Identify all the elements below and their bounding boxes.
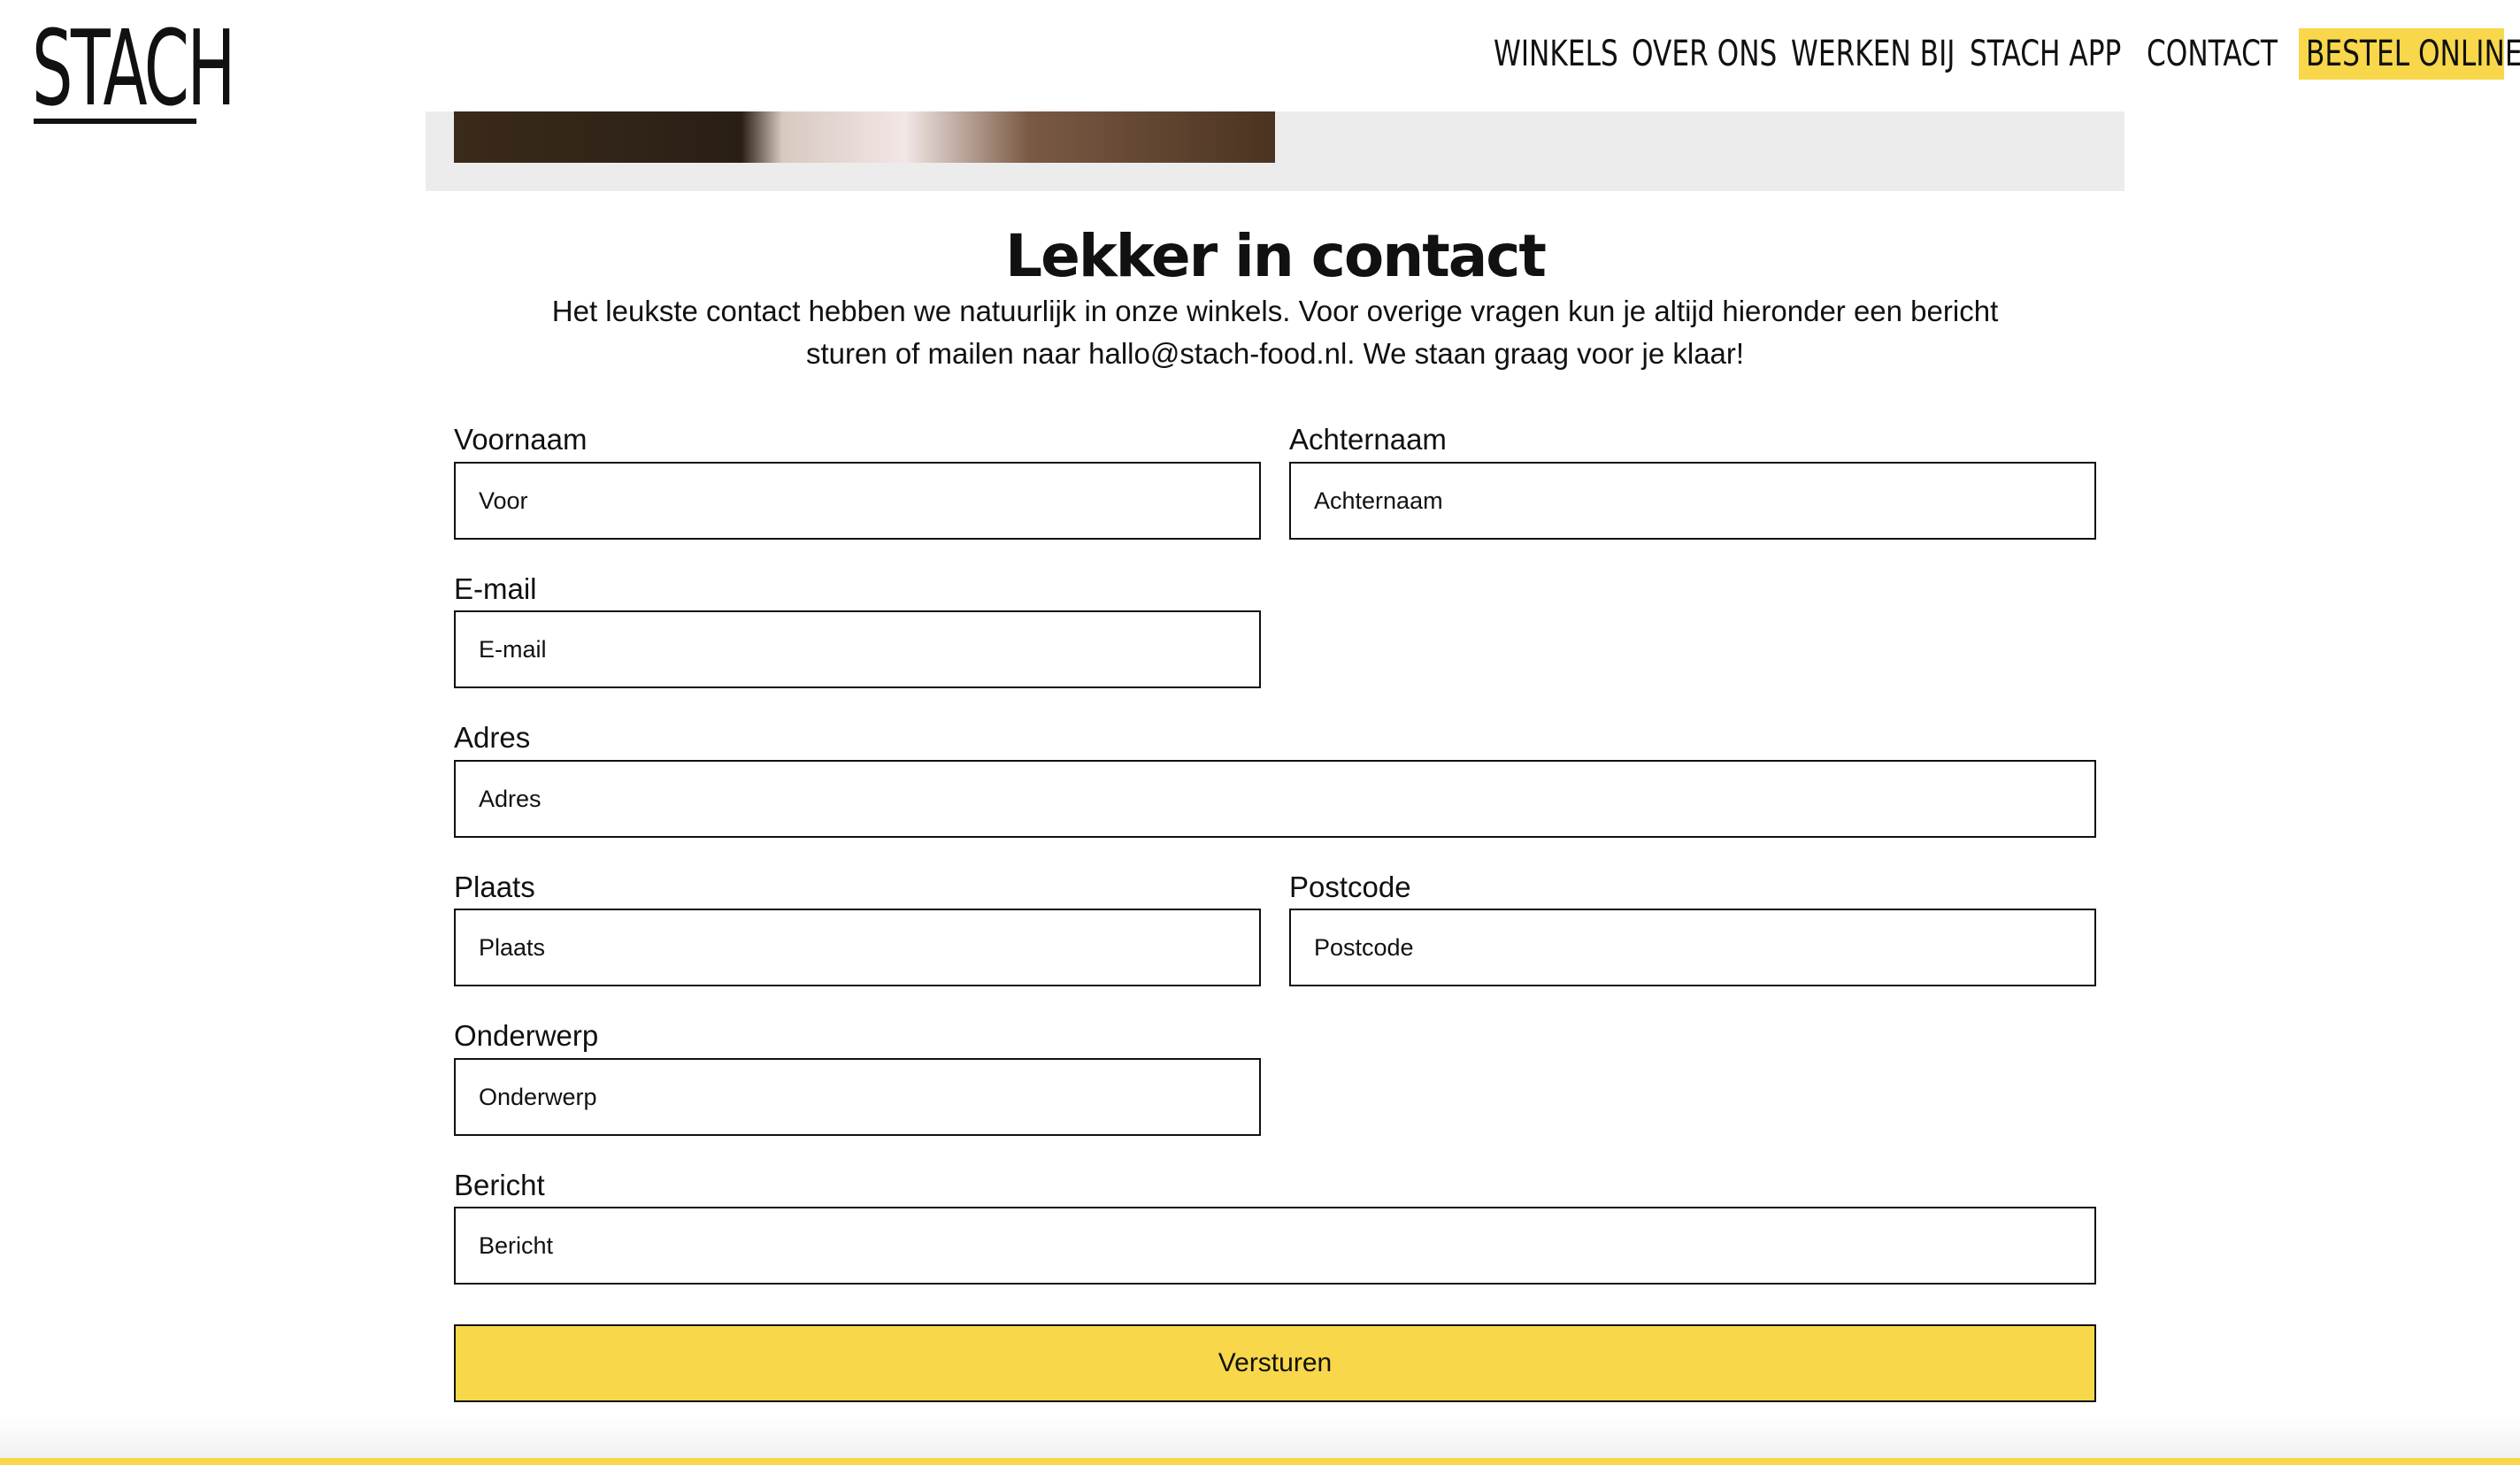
nav-slot-winkels: WINKELS [1494, 28, 1618, 80]
last-name-label: Achternaam [1289, 423, 1447, 456]
nav-slot-contact: CONTACT [2147, 28, 2278, 80]
nav-item-over-ons[interactable]: OVER ONS [1632, 28, 1777, 80]
message-label: Bericht [454, 1169, 545, 1201]
nav-item-winkels[interactable]: WINKELS [1494, 28, 1618, 80]
page-title: Lekker in contact [1005, 222, 1547, 290]
first-name-label: Voornaam [454, 423, 588, 456]
address-label: Adres [454, 721, 531, 754]
order-online-label: BESTEL ONLINE [2306, 34, 2520, 74]
nav-slot-over-ons: OVER ONS [1632, 28, 1777, 80]
intro-line-2: sturen of mailen naar hallo@stach-food.n… [805, 337, 1745, 370]
subject-field[interactable] [454, 1058, 1261, 1136]
main-nav: WINKELS OVER ONS WERKEN BIJ STACH APP CO… [1494, 28, 2520, 80]
message-field[interactable] [454, 1207, 2096, 1285]
intro-text: Het leukste contact hebben we natuurlijk… [549, 290, 2001, 375]
nav-slot-stach-app: STACH APP [1970, 28, 2129, 80]
nav-slot-werken-bij: WERKEN BIJ [1791, 28, 1955, 80]
submit-button[interactable]: Versturen [454, 1324, 2096, 1402]
postcode-field[interactable] [1289, 909, 2096, 986]
footer-accent-bar [0, 1458, 2520, 1465]
logo[interactable]: STACH [32, 16, 235, 126]
address-field[interactable] [454, 760, 2096, 838]
nav-item-contact[interactable]: CONTACT [2147, 28, 2278, 80]
email-field[interactable] [454, 610, 1261, 688]
hero-photo [454, 111, 1275, 163]
nav-item-werken-bij[interactable]: WERKEN BIJ [1791, 28, 1955, 80]
order-online-button[interactable]: BESTEL ONLINE [2299, 28, 2520, 80]
photo-print-detail [726, 130, 765, 150]
intro-line-1: Het leukste contact hebben we natuurlijk… [551, 295, 1999, 327]
subject-label: Onderwerp [454, 1019, 599, 1052]
postcode-label: Postcode [1289, 871, 1411, 903]
logo-underline [34, 119, 196, 124]
logo-text: STACH [32, 7, 235, 129]
footer-fade [0, 1415, 2520, 1458]
nav-item-stach-app[interactable]: STACH APP [1970, 28, 2121, 80]
first-name-field[interactable] [454, 462, 1261, 540]
email-label: E-mail [454, 572, 537, 605]
city-field[interactable] [454, 909, 1261, 986]
last-name-field[interactable] [1289, 462, 2096, 540]
city-label: Plaats [454, 871, 535, 903]
nav-gap [2129, 28, 2147, 80]
